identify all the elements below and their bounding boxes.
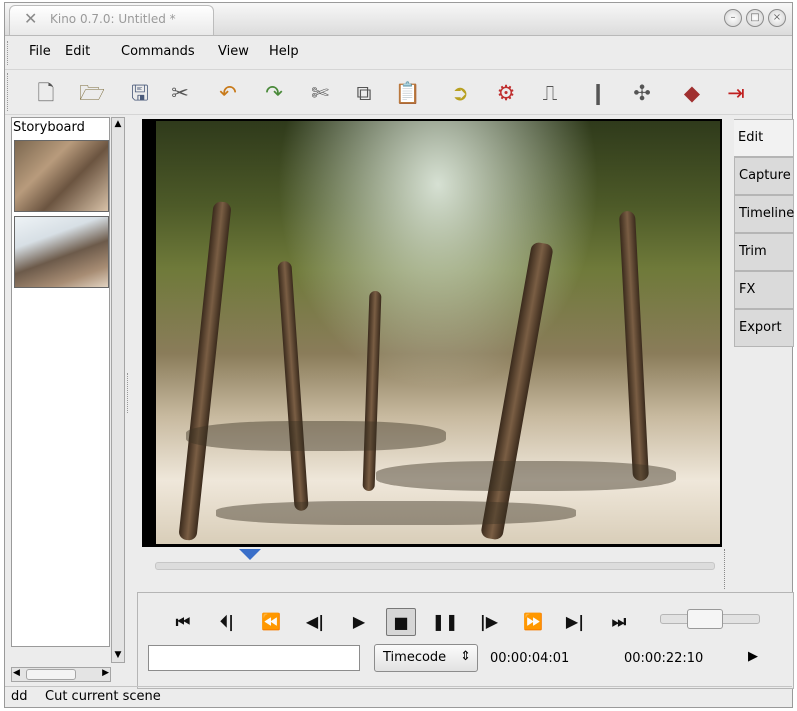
scroll-right-icon[interactable]: ▶ bbox=[102, 668, 109, 678]
first-frame-icon[interactable]: ⏮ bbox=[168, 608, 198, 636]
split-scene-icon[interactable]: ⎍ bbox=[535, 78, 565, 108]
tab-edit[interactable]: Edit bbox=[734, 119, 794, 157]
scroll-down-icon[interactable]: ▼ bbox=[112, 649, 124, 662]
play-selection-icon[interactable]: ▶ bbox=[748, 649, 758, 664]
scene-thumbnail[interactable] bbox=[14, 216, 109, 288]
minimize-icon[interactable]: – bbox=[724, 9, 742, 27]
save-icon[interactable]: 🖫 bbox=[125, 78, 155, 108]
storyboard-label: Storyboard bbox=[13, 120, 85, 135]
fast-forward-icon[interactable]: ⏩ bbox=[518, 608, 548, 636]
redo-icon[interactable]: ↷ bbox=[259, 78, 289, 108]
storyboard-hscrollbar[interactable]: ◀ ▶ bbox=[11, 667, 111, 682]
tab-timeline[interactable]: Timeline bbox=[734, 195, 794, 233]
menu-bar: File Edit Commands View Help bbox=[5, 39, 792, 65]
scroll-up-icon[interactable]: ▲ bbox=[112, 118, 124, 131]
total-timecode: 00:00:22:10 bbox=[624, 651, 704, 666]
scroll-left-icon[interactable]: ◀ bbox=[13, 668, 20, 678]
next-scene-icon[interactable]: ▶| bbox=[560, 608, 590, 636]
frame-entry[interactable] bbox=[148, 645, 360, 671]
pane-splitter[interactable] bbox=[127, 373, 133, 413]
timecode-format-value: Timecode bbox=[383, 650, 447, 665]
previous-scene-icon[interactable]: ⏴| bbox=[212, 608, 242, 636]
tab-fx[interactable]: FX bbox=[734, 271, 794, 309]
effects-icon[interactable]: ✣ bbox=[627, 78, 657, 108]
pause-icon[interactable]: ❚❚ bbox=[430, 608, 460, 636]
app-logo-icon: ✕ bbox=[24, 9, 38, 28]
scrubber-grip[interactable] bbox=[724, 549, 732, 589]
publish-icon[interactable]: ➲ bbox=[445, 78, 475, 108]
scrubber-handle[interactable] bbox=[239, 549, 262, 560]
timecode-format-select[interactable]: Timecode ⇕ bbox=[374, 644, 478, 672]
storyboard-scrollbar[interactable]: ▲ ▼ bbox=[111, 117, 125, 663]
erase-icon[interactable]: ◆ bbox=[677, 78, 707, 108]
tab-trim[interactable]: Trim bbox=[734, 233, 794, 271]
title-bar: ✕ Kino 0.7.0: Untitled * – □ × bbox=[5, 3, 792, 36]
exit-icon[interactable]: ⇥ bbox=[721, 78, 751, 108]
kino-window: ✕ Kino 0.7.0: Untitled * – □ × File Edit… bbox=[4, 2, 794, 708]
tab-capture[interactable]: Capture bbox=[734, 157, 794, 195]
settings-icon[interactable]: ⚙ bbox=[491, 78, 521, 108]
new-file-icon[interactable]: 🗋 bbox=[31, 78, 61, 108]
window-controls: – □ × bbox=[724, 9, 786, 27]
window-title: Kino 0.7.0: Untitled * bbox=[50, 12, 176, 26]
menu-help[interactable]: Help bbox=[269, 44, 299, 59]
video-preview bbox=[142, 119, 722, 547]
rewind-icon[interactable]: ⏪ bbox=[256, 608, 286, 636]
window-title-tab[interactable]: ✕ Kino 0.7.0: Untitled * bbox=[9, 5, 214, 35]
jog-shuttle[interactable] bbox=[660, 609, 760, 629]
copy-icon[interactable]: ⧉ bbox=[349, 78, 379, 108]
storyboard-panel[interactable]: Storyboard bbox=[11, 117, 110, 647]
menu-file[interactable]: File bbox=[29, 44, 51, 59]
toolbar: 🗋 🗁 🖫 ✂ ↶ ↷ ✄ ⧉ 📋 ➲ ⚙ ⎍ ❙ ✣ ◆ ⇥ bbox=[5, 69, 792, 115]
spinner-icon: ⇕ bbox=[460, 649, 471, 664]
preferences-icon[interactable]: ✂ bbox=[165, 78, 195, 108]
close-icon[interactable]: × bbox=[768, 9, 786, 27]
current-timecode: 00:00:04:01 bbox=[490, 651, 570, 666]
menu-view[interactable]: View bbox=[218, 44, 249, 59]
play-icon[interactable]: ▶ bbox=[344, 608, 374, 636]
menu-edit[interactable]: Edit bbox=[65, 44, 90, 59]
position-scrubber[interactable] bbox=[155, 562, 715, 570]
stop-icon[interactable]: ■ bbox=[386, 608, 416, 636]
open-folder-icon[interactable]: 🗁 bbox=[77, 78, 107, 108]
scene-thumbnail[interactable] bbox=[14, 140, 109, 212]
status-mode: dd bbox=[11, 689, 28, 704]
hscroll-thumb[interactable] bbox=[26, 669, 76, 680]
transport-panel: ⏮ ⏴| ⏪ ◀| ▶ ■ ❚❚ |▶ ⏩ ▶| ⏭ Timecode ⇕ 00… bbox=[137, 592, 794, 689]
paste-icon[interactable]: 📋 bbox=[393, 78, 423, 108]
next-frame-icon[interactable]: |▶ bbox=[474, 608, 504, 636]
undo-icon[interactable]: ↶ bbox=[213, 78, 243, 108]
maximize-icon[interactable]: □ bbox=[746, 9, 764, 27]
video-frame bbox=[156, 121, 720, 544]
menu-commands[interactable]: Commands bbox=[121, 44, 195, 59]
previous-frame-icon[interactable]: ◀| bbox=[300, 608, 330, 636]
status-bar: dd Cut current scene bbox=[5, 686, 792, 708]
status-message: Cut current scene bbox=[45, 689, 161, 704]
info-icon[interactable]: ❙ bbox=[583, 78, 613, 108]
cut-icon[interactable]: ✄ bbox=[305, 78, 335, 108]
jog-handle[interactable] bbox=[687, 609, 724, 629]
last-frame-icon[interactable]: ⏭ bbox=[604, 608, 634, 636]
tab-export[interactable]: Export bbox=[734, 309, 794, 347]
